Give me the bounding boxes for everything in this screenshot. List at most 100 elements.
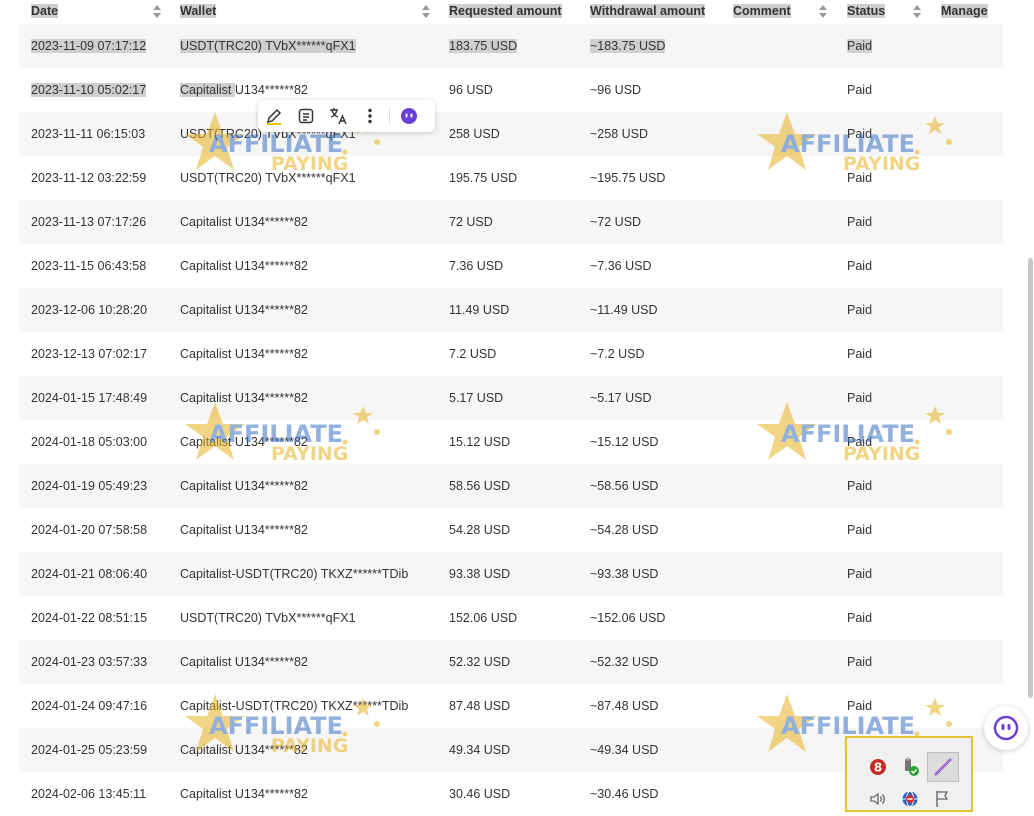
cell-status: Paid bbox=[847, 391, 873, 405]
sort-comment-icon[interactable] bbox=[819, 5, 827, 18]
cell-date: 2023-11-13 07:17:26 bbox=[31, 215, 147, 229]
cell-withdrawal-amount: ~7.36 USD bbox=[590, 259, 652, 273]
cell-requested-amount: 11.49 USD bbox=[449, 303, 510, 317]
cell-withdrawal-amount: ~30.46 USD bbox=[590, 787, 659, 801]
chat-assistant-button[interactable] bbox=[984, 706, 1028, 750]
cell-withdrawal-amount: ~152.06 USD bbox=[590, 611, 666, 625]
sort-date-icon[interactable] bbox=[153, 5, 161, 18]
cell-status: Paid bbox=[847, 347, 873, 361]
cell-date: 2024-01-15 17:48:49 bbox=[31, 391, 148, 405]
pen-tablet-icon[interactable] bbox=[927, 752, 959, 782]
translate-icon[interactable] bbox=[322, 102, 354, 130]
assistant-icon[interactable] bbox=[393, 102, 425, 130]
cell-requested-amount: 258 USD bbox=[449, 127, 500, 141]
withdrawals-table: Date Wallet Requested amount Withdrawal … bbox=[19, 0, 1003, 816]
cell-wallet: Capitalist U134******82 bbox=[180, 743, 308, 757]
header-manage: Manage bbox=[941, 4, 988, 18]
cell-requested-amount: 152.06 USD bbox=[449, 611, 518, 625]
cell-withdrawal-amount: ~15.12 USD bbox=[590, 435, 659, 449]
cell-status: Paid bbox=[847, 479, 873, 493]
table-row: 2024-01-24 09:47:16 Capitalist-USDT(TRC20… bbox=[19, 684, 1003, 728]
cell-withdrawal-amount: ~195.75 USD bbox=[590, 171, 666, 185]
pen-icon[interactable] bbox=[258, 102, 290, 130]
table-row: 2023-12-13 07:02:17 Capitalist U134******… bbox=[19, 332, 1003, 376]
cell-wallet: Capitalist U134******82 bbox=[180, 479, 308, 493]
table-row: 2024-01-19 05:49:23 Capitalist U134******… bbox=[19, 464, 1003, 508]
table-row: 2024-01-18 05:03:00 Capitalist U134******… bbox=[19, 420, 1003, 464]
cell-date: 2024-01-22 08:51:15 bbox=[31, 611, 148, 625]
cell-status: Paid bbox=[847, 303, 873, 317]
cell-requested-amount: 15.12 USD bbox=[449, 435, 511, 449]
header-status[interactable]: Status bbox=[847, 4, 886, 18]
cell-withdrawal-amount: ~72 USD bbox=[590, 215, 642, 229]
cell-wallet: Capitalist U134******82 bbox=[180, 215, 308, 229]
selection-toolbar bbox=[258, 100, 435, 132]
cell-wallet: Capitalist U134******82 bbox=[180, 259, 308, 273]
cell-wallet: USDT(TRC20) TVbX******qFX1 bbox=[180, 611, 356, 625]
more-icon[interactable] bbox=[354, 102, 386, 130]
cell-status: Paid bbox=[847, 171, 873, 185]
system-tray-overflow: 8 bbox=[845, 736, 973, 812]
table-row: 2024-01-23 03:57:33 Capitalist U134******… bbox=[19, 640, 1003, 684]
cell-withdrawal-amount: ~87.48 USD bbox=[590, 699, 659, 713]
cell-wallet: Capitalist U134******82 bbox=[180, 347, 308, 361]
cell-requested-amount: 30.46 USD bbox=[449, 787, 511, 801]
cell-wallet: Capitalist U134******82 bbox=[180, 83, 308, 97]
cell-wallet: Capitalist-USDT(TRC20) TKXZ******TDib bbox=[180, 699, 409, 713]
svg-text:8: 8 bbox=[874, 761, 882, 775]
cell-withdrawal-amount: ~5.17 USD bbox=[590, 391, 652, 405]
table-row: 2023-11-15 06:43:58 Capitalist U134******… bbox=[19, 244, 1003, 288]
scrollbar-thumb[interactable] bbox=[1028, 258, 1033, 698]
toolbar-divider bbox=[389, 107, 390, 125]
cell-withdrawal-amount: ~93.38 USD bbox=[590, 567, 659, 581]
flag-icon[interactable] bbox=[929, 786, 955, 812]
table-row: 2023-12-06 10:28:20 Capitalist U134******… bbox=[19, 288, 1003, 332]
antivirus-icon[interactable]: 8 bbox=[865, 754, 891, 780]
cell-withdrawal-amount: ~183.75 USD bbox=[590, 39, 666, 53]
usb-safe-remove-icon[interactable] bbox=[897, 754, 923, 780]
cell-wallet: Capitalist U134******82 bbox=[180, 787, 308, 801]
page-scrollbar[interactable] bbox=[1024, 0, 1034, 812]
cell-wallet: Capitalist U134******82 bbox=[180, 523, 308, 537]
cell-requested-amount: 96 USD bbox=[449, 83, 493, 97]
summary-icon[interactable] bbox=[290, 102, 322, 130]
header-date[interactable]: Date bbox=[31, 4, 59, 18]
cell-wallet: Capitalist U134******82 bbox=[180, 303, 308, 317]
cell-requested-amount: 93.38 USD bbox=[449, 567, 511, 581]
cell-status: Paid bbox=[847, 523, 873, 537]
cell-date: 2024-01-24 09:47:16 bbox=[31, 699, 148, 713]
sort-status-icon[interactable] bbox=[913, 5, 921, 18]
cell-requested-amount: 7.36 USD bbox=[449, 259, 504, 273]
cell-status: Paid bbox=[847, 259, 873, 273]
volume-icon[interactable] bbox=[865, 786, 891, 812]
cell-wallet: USDT(TRC20) TVbX******qFX1 bbox=[180, 39, 356, 53]
cell-requested-amount: 183.75 USD bbox=[449, 39, 518, 53]
cell-requested-amount: 195.75 USD bbox=[449, 171, 518, 185]
cell-status: Paid bbox=[847, 127, 873, 141]
cell-requested-amount: 7.2 USD bbox=[449, 347, 497, 361]
table-row: 2023-11-12 03:22:59 USDT(TRC20) TVbX*****… bbox=[19, 156, 1003, 200]
cell-wallet: Capitalist U134******82 bbox=[180, 655, 308, 669]
table-row: 2023-11-11 06:15:03 USDT(TRC20) TVbX*****… bbox=[19, 112, 1003, 156]
cell-withdrawal-amount: ~49.34 USD bbox=[590, 743, 659, 757]
table-row: 2024-01-22 08:51:15 USDT(TRC20) TVbX*****… bbox=[19, 596, 1003, 640]
table-row: 2023-11-10 05:02:17 Capitalist U134******… bbox=[19, 68, 1003, 112]
cell-status: Paid bbox=[847, 435, 873, 449]
cell-date: 2023-11-11 06:15:03 bbox=[31, 127, 146, 141]
cell-wallet: Capitalist-USDT(TRC20) TKXZ******TDib bbox=[180, 567, 409, 581]
cell-status: Paid bbox=[847, 567, 873, 581]
header-requested-amount[interactable]: Requested amount bbox=[449, 4, 562, 18]
sort-wallet-icon[interactable] bbox=[422, 5, 430, 18]
cell-date: 2024-01-25 05:23:59 bbox=[31, 743, 148, 757]
cell-date: 2024-01-20 07:58:58 bbox=[31, 523, 148, 537]
cell-requested-amount: 72 USD bbox=[449, 215, 493, 229]
header-withdrawal-amount[interactable]: Withdrawal amount bbox=[590, 4, 706, 18]
network-icon[interactable] bbox=[897, 786, 923, 812]
header-wallet[interactable]: Wallet bbox=[180, 4, 217, 18]
cell-status: Paid bbox=[847, 699, 873, 713]
cell-date: 2024-02-06 13:45:11 bbox=[31, 787, 147, 801]
cell-withdrawal-amount: ~11.49 USD bbox=[590, 303, 658, 317]
header-comment[interactable]: Comment bbox=[733, 4, 791, 18]
cell-requested-amount: 5.17 USD bbox=[449, 391, 504, 405]
cell-date: 2024-01-18 05:03:00 bbox=[31, 435, 148, 449]
